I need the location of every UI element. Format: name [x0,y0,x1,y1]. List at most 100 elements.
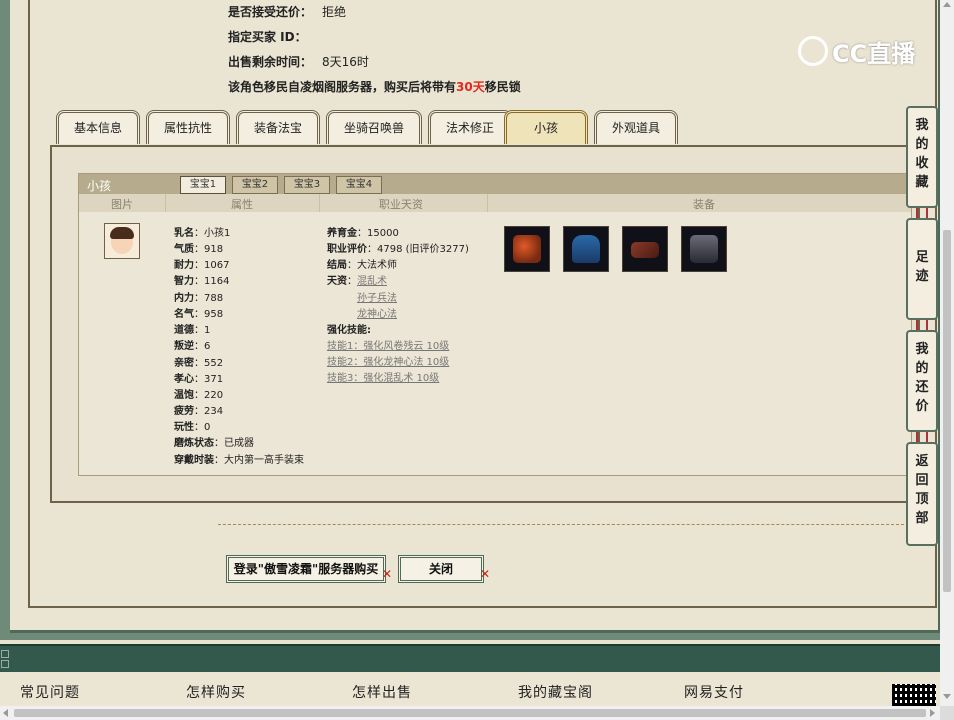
side-char: 收 [915,156,929,171]
side-char: 价 [915,399,929,414]
attr-key: 磨炼状态 [174,438,214,449]
attr-value: 371 [204,374,224,385]
subtab-baby-3[interactable]: 宝宝3 [284,176,330,194]
tab-mounts-pets[interactable]: 坐骑召唤兽 [326,110,422,144]
scroll-thumb[interactable] [14,709,926,717]
footer-link-my-treasury[interactable]: 我的藏宝阁 [518,682,593,702]
attr-key: 名气 [174,309,194,320]
scroll-down-icon[interactable] [943,694,951,699]
tab-spell-mods[interactable]: 法术修正 [428,110,512,144]
ending-value: 大法术师 [357,260,397,271]
rating-value: 4798 (旧评价3277) [377,244,469,255]
scroll-left-icon[interactable] [3,709,8,717]
gem-box-icon[interactable] [504,226,550,272]
footer-link-how-to-buy[interactable]: 怎样购买 [186,682,246,702]
footer-band [0,644,940,674]
attr-row: 气质：918 [174,244,224,255]
migrate-days: 30天 [456,80,485,94]
vertical-scrollbar[interactable] [940,0,954,706]
attr-key: 耐力 [174,260,194,271]
side-char: 藏 [915,175,929,190]
buy-button-label: 登录"傲雪凌霜"服务器购买 [233,562,379,576]
attr-value: 1067 [204,260,230,271]
attr-key: 内力 [174,293,194,304]
attr-key: 乳名 [174,228,194,239]
tab-child[interactable]: 小孩 [504,110,588,144]
scroll-right-icon[interactable] [930,709,935,717]
side-char: 足 [915,250,929,265]
attr-row: 乳名：小孩1 [174,228,231,239]
tab-appearance[interactable]: 外观道具 [594,110,678,144]
col-divider [165,194,166,212]
attr-row: 耐力：1067 [174,260,230,271]
attr-row: 磨炼状态：已成器 [174,438,254,449]
attr-value: 788 [204,293,224,304]
footer-link-how-to-sell[interactable]: 怎样出售 [352,682,412,702]
talent-link[interactable]: 龙神心法 [357,309,397,320]
child-header-title: 小孩 [87,179,112,193]
skill-link[interactable]: 技能1：强化风卷残云 10级 [327,341,449,352]
my-counteroffers-button[interactable]: 我的还价 [906,330,938,432]
skill-link[interactable]: 技能3：强化混乱术 10级 [327,373,439,384]
attr-value: 大内第一高手装束 [224,455,304,466]
attr-value: 1164 [204,276,230,287]
subtab-baby-4[interactable]: 宝宝4 [336,176,382,194]
footer-link-faq[interactable]: 常见问题 [20,682,80,702]
horizontal-scrollbar[interactable] [0,706,940,720]
attr-row: 智力：1164 [174,276,230,287]
column-headers: 图片 属性 职业天资 装备 [79,194,911,212]
buyer-id-row: 指定买家 ID： [228,28,317,45]
cc-logo-text: CC直播 [832,39,916,68]
buyer-id-label: 指定买家 ID： [228,30,307,44]
attr-row: 温饱：220 [174,390,224,401]
col-attributes: 属性 [231,198,253,211]
tab-attributes[interactable]: 属性抗性 [146,110,230,144]
close-button[interactable]: 关闭 ✕ [398,555,490,583]
child-hair [110,227,134,239]
attr-key: 叛逆 [174,341,194,352]
talent-row: 孙子兵法 [357,289,397,304]
attr-key: 温饱 [174,390,194,401]
skill-link[interactable]: 技能2：强化龙神心法 10级 [327,357,449,368]
col-divider [487,194,488,212]
chest-icon[interactable] [681,226,727,272]
talent-link[interactable]: 孙子兵法 [357,293,397,304]
talent-link[interactable]: 混乱术 [357,276,387,287]
back-to-top-button[interactable]: 返回顶部 [906,442,938,546]
attr-key: 玩性 [174,422,194,433]
subtab-baby-1[interactable]: 宝宝1 [180,176,226,194]
attr-value: 958 [204,309,224,320]
talent-label: 天资 [327,276,347,287]
cc-logo-icon [798,36,828,66]
footer-link-netease-pay[interactable]: 网易支付 [684,682,744,702]
attr-value: 918 [204,244,224,255]
time-left-label: 出售剩余时间： [228,55,313,69]
scroll-up-icon[interactable] [943,2,951,7]
my-favorites-button[interactable]: 我的收藏 [906,106,938,208]
robe-icon[interactable] [563,226,609,272]
col-divider [319,194,320,212]
scroll-thumb[interactable] [943,230,951,592]
nurture-row: 养育金：15000 [327,228,399,239]
side-connector [916,432,928,442]
nurture-value: 15000 [367,228,399,239]
attr-value: 220 [204,390,224,401]
tab-basic-info[interactable]: 基本信息 [56,110,140,144]
subtab-baby-2[interactable]: 宝宝2 [232,176,278,194]
talent-row: 龙神心法 [357,305,397,320]
attr-value: 已成器 [224,438,254,449]
buy-button[interactable]: 登录"傲雪凌霜"服务器购买 ✕ [226,555,392,583]
attr-row: 穿戴时装：大内第一高手装束 [174,455,304,466]
child-avatar[interactable] [104,223,140,259]
time-left-value: 8天16时 [322,55,369,69]
footprints-button[interactable]: 足迹 [906,218,938,320]
ending-label: 结局 [327,260,347,271]
scroll-icon[interactable] [622,226,668,272]
skill-label-text: 强化技能: [327,325,371,336]
col-picture: 图片 [111,198,133,211]
skill-row: 技能2：强化龙神心法 10级 [327,353,449,368]
side-char: 返 [915,454,929,469]
attr-row: 名气：958 [174,309,224,320]
attr-row: 亲密：552 [174,358,224,369]
tab-equipment[interactable]: 装备法宝 [236,110,320,144]
